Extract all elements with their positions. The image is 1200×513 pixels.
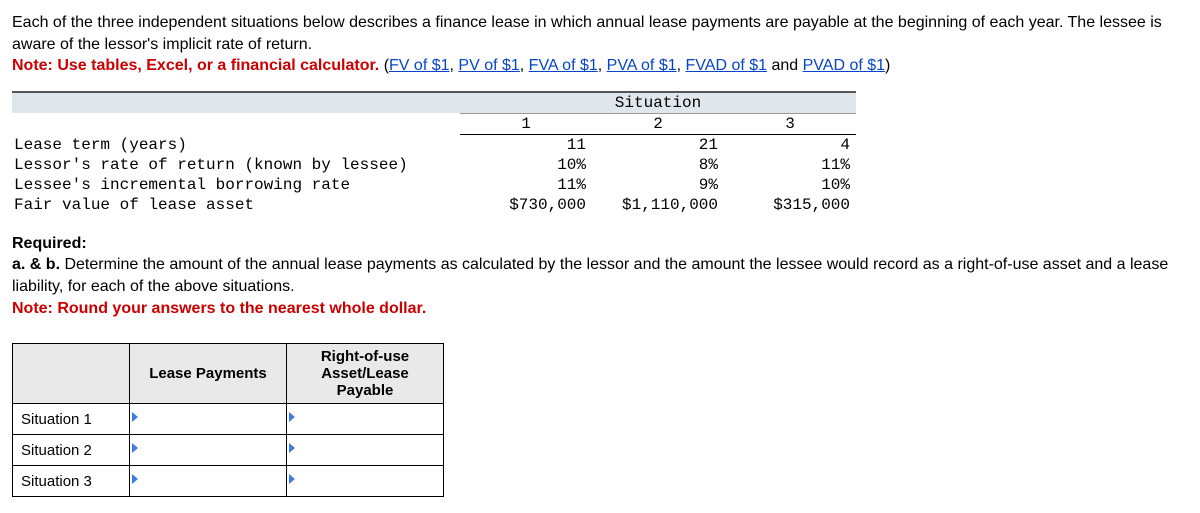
paren-open: ( <box>379 57 389 74</box>
link-pvad[interactable]: PVAD of $1 <box>803 57 885 74</box>
table-row: Lessee's incremental borrowing rate 11% … <box>12 175 856 195</box>
triangle-icon <box>289 443 295 453</box>
link-fvad[interactable]: FVAD of $1 <box>686 57 768 74</box>
header-rou-asset: Right-of-use Asset/Lease Payable <box>287 344 444 404</box>
situation-data-table: Situation 1 2 3 Lease term (years) 11 21… <box>12 91 856 215</box>
table-row: Lease term (years) 11 21 4 <box>12 134 856 155</box>
table-row: Lessor's rate of return (known by lessee… <box>12 155 856 175</box>
answer-row-label-3: Situation 3 <box>13 466 130 497</box>
row-label-inc-rate: Lessee's incremental borrowing rate <box>12 175 460 195</box>
intro-paragraph: Each of the three independent situations… <box>12 12 1188 77</box>
required-ab: a. & b. <box>12 256 60 273</box>
answer-table: Lease Payments Right-of-use Asset/Lease … <box>12 343 444 497</box>
answer-row: Situation 2 <box>13 435 444 466</box>
answer-row: Situation 1 <box>13 404 444 435</box>
link-fv[interactable]: FV of $1 <box>389 57 449 74</box>
triangle-icon <box>132 443 138 453</box>
link-pv[interactable]: PV of $1 <box>458 57 519 74</box>
input-rou-3[interactable] <box>287 466 444 497</box>
required-title: Required: <box>12 235 87 252</box>
input-rou-2[interactable] <box>287 435 444 466</box>
input-lease-3[interactable] <box>130 466 287 497</box>
col-header-3: 3 <box>724 113 856 134</box>
input-lease-2[interactable] <box>130 435 287 466</box>
link-pva[interactable]: PVA of $1 <box>607 57 677 74</box>
input-lease-1[interactable] <box>130 404 287 435</box>
input-rou-1[interactable] <box>287 404 444 435</box>
answer-row-label-1: Situation 1 <box>13 404 130 435</box>
table-row: Fair value of lease asset $730,000 $1,11… <box>12 195 856 215</box>
col-header-1: 1 <box>460 113 592 134</box>
intro-text: Each of the three independent situations… <box>12 14 1162 53</box>
triangle-icon <box>132 474 138 484</box>
required-section: Required: a. & b. Determine the amount o… <box>12 233 1188 319</box>
link-fva[interactable]: FVA of $1 <box>529 57 598 74</box>
row-label-lessor-rate: Lessor's rate of return (known by lessee… <box>12 155 460 175</box>
answer-row-label-2: Situation 2 <box>13 435 130 466</box>
note-use-tables: Note: Use tables, Excel, or a financial … <box>12 57 379 74</box>
col-header-2: 2 <box>592 113 724 134</box>
situation-super-header <box>460 92 592 114</box>
triangle-icon <box>132 412 138 422</box>
triangle-icon <box>289 412 295 422</box>
required-body: Determine the amount of the annual lease… <box>12 256 1168 295</box>
answer-corner <box>13 344 130 404</box>
answer-row: Situation 3 <box>13 466 444 497</box>
header-lease-payments: Lease Payments <box>130 344 287 404</box>
row-label-fair-value: Fair value of lease asset <box>12 195 460 215</box>
note-round: Note: Round your answers to the nearest … <box>12 300 426 317</box>
triangle-icon <box>289 474 295 484</box>
row-label-term: Lease term (years) <box>12 134 460 155</box>
